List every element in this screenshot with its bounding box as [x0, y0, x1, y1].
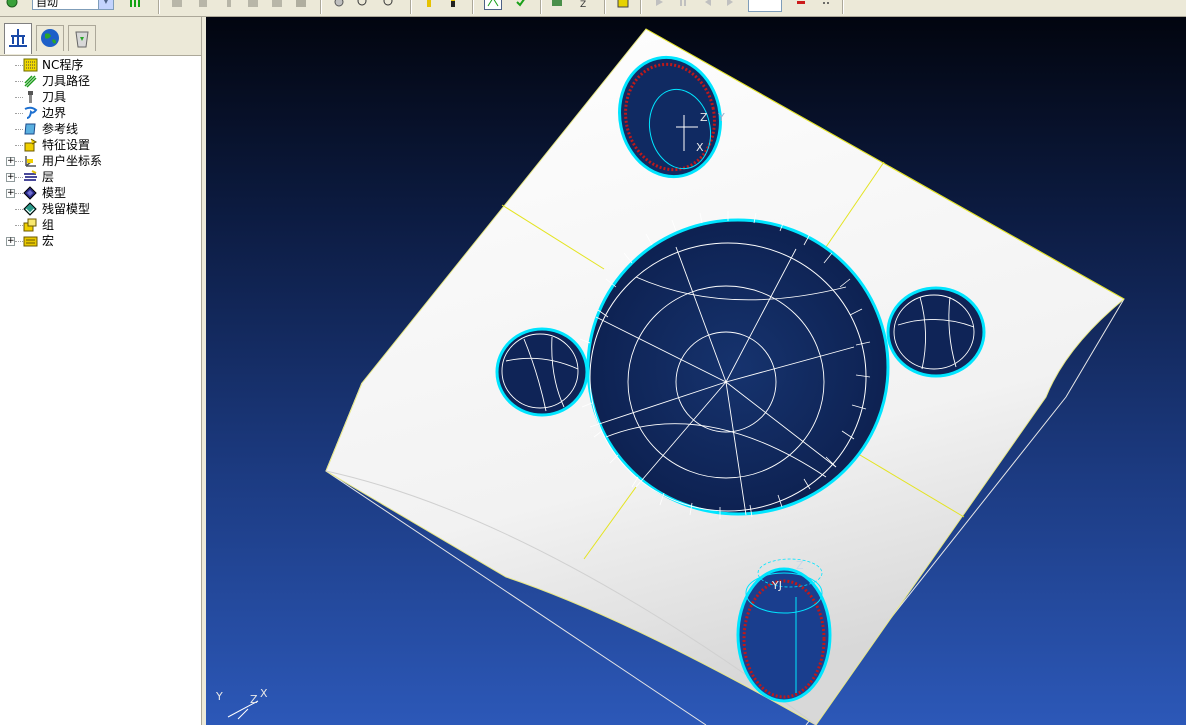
tree-node-nc-program[interactable]: NC程序 [0, 57, 201, 73]
check-icon[interactable] [514, 0, 528, 9]
tree-node-label: 参考线 [42, 122, 79, 136]
histogram-icon[interactable] [128, 0, 142, 9]
mode-select-value: 自动 [36, 0, 58, 9]
tree-node-label: 宏 [42, 234, 55, 248]
triad-y-label: Y [215, 690, 223, 703]
rewind-icon[interactable] [700, 0, 714, 9]
boundary-icon [24, 106, 38, 119]
tab-globe[interactable] [36, 25, 64, 51]
tree-node-label: 残留模型 [42, 202, 91, 216]
tool-icon [28, 91, 33, 103]
toolpath-icon [24, 75, 37, 88]
tree-node-model[interactable]: + 模型 [0, 185, 201, 201]
expand-icon[interactable]: + [6, 189, 15, 198]
disabled-tool-icon[interactable] [170, 0, 184, 9]
tab-recycle[interactable] [68, 25, 96, 51]
stop-icon[interactable] [794, 0, 808, 9]
mode-select[interactable]: 自动 ▼ [32, 0, 114, 10]
workplane-label-bottom-z: Z [796, 559, 804, 572]
stock-model-icon [23, 202, 37, 216]
zoom-box-icon[interactable] [382, 0, 396, 9]
tool-holder-icon[interactable] [422, 0, 436, 9]
tree-node-boundary[interactable]: 边界 [0, 105, 201, 121]
globe-icon [41, 29, 59, 47]
right-pocket [886, 286, 986, 378]
speed-field[interactable] [748, 0, 782, 12]
triad-z-label: Z [250, 693, 258, 706]
model-icon [23, 186, 37, 200]
macro-icon [23, 236, 38, 247]
tree-node-label: NC程序 [42, 58, 84, 72]
disabled-tool-icon[interactable] [196, 0, 210, 9]
disabled-tool-icon[interactable] [270, 0, 284, 9]
zoom-icon[interactable] [356, 0, 370, 9]
axis-triad: Y Z X [215, 687, 268, 720]
explorer-panel: NC程序 刀具路径 刀具 边界 参考线 特征设置 + 用户坐标系 + 层 + 模… [0, 17, 202, 725]
tree-node-tool[interactable]: 刀具 [0, 89, 201, 105]
expand-icon[interactable]: + [6, 157, 15, 166]
expand-icon[interactable]: + [6, 237, 15, 246]
svg-text:Z: Z [580, 0, 586, 9]
stock-icon[interactable] [550, 0, 564, 9]
workplane-label-y: Y [717, 111, 725, 124]
explorer-tree: NC程序 刀具路径 刀具 边界 参考线 特征设置 + 用户坐标系 + 层 + 模… [0, 57, 201, 249]
disabled-tool-icon[interactable] [222, 0, 236, 9]
disabled-tool-icon[interactable] [246, 0, 260, 9]
tree-node-label: 用户坐标系 [42, 154, 103, 168]
axis-z-icon[interactable]: Z [578, 0, 592, 9]
recycle-bin-icon [75, 31, 89, 48]
tree-node-label: 模型 [42, 186, 67, 200]
pan-hand-icon[interactable] [332, 0, 346, 9]
graphics-viewport[interactable]: Z Y X YJ Z Y Z X [206, 17, 1186, 725]
tab-explorer[interactable] [4, 23, 32, 54]
tree-node-label: 边界 [42, 106, 67, 120]
more-options-icon[interactable] [820, 0, 834, 9]
left-pocket [495, 327, 589, 417]
explorer-tabs [0, 17, 201, 56]
expand-icon[interactable]: + [6, 173, 15, 182]
workplane-label-z: Z [700, 111, 708, 124]
tree-node-stock-model[interactable]: 残留模型 [0, 201, 201, 217]
model-view: Z Y X YJ Z Y Z X [215, 28, 1125, 725]
tree-node-feature-set[interactable]: 特征设置 [0, 137, 201, 153]
tree-node-group[interactable]: 组 [0, 217, 201, 233]
select-toolpath-icon[interactable] [484, 0, 502, 10]
workplane-label-bottom: YJ [771, 579, 782, 592]
triad-x-label: X [260, 687, 268, 700]
tree-node-macro[interactable]: + 宏 [0, 233, 201, 249]
group-icon [23, 218, 37, 232]
pause-icon[interactable] [676, 0, 690, 9]
tree-node-label: 刀具路径 [42, 74, 91, 88]
layer-icon [24, 170, 37, 181]
tree-node-reference-line[interactable]: 参考线 [0, 121, 201, 137]
main-toolbar: 自动 ▼ Z [0, 0, 1186, 17]
disabled-tool-icon[interactable] [294, 0, 308, 9]
nc-program-icon [23, 58, 38, 72]
tree-node-toolpath[interactable]: 刀具路径 [0, 73, 201, 89]
tree-icon [9, 29, 27, 47]
app-globe-icon[interactable] [5, 0, 19, 9]
reference-line-icon [24, 123, 36, 135]
tree-node-label: 层 [42, 170, 55, 184]
tool-shank-icon[interactable] [446, 0, 460, 9]
workplane-label-x: X [696, 141, 704, 154]
play-icon[interactable] [652, 0, 666, 9]
grid-icon[interactable] [616, 0, 630, 9]
workplane-icon [25, 156, 36, 167]
tree-node-label: 组 [42, 218, 55, 232]
chevron-down-icon[interactable]: ▼ [98, 0, 113, 9]
tree-node-workplane[interactable]: + 用户坐标系 [0, 153, 201, 169]
tree-node-label: 特征设置 [42, 138, 91, 152]
feature-set-icon [24, 138, 38, 152]
tree-node-layer[interactable]: + 层 [0, 169, 201, 185]
step-forward-icon[interactable] [724, 0, 738, 9]
tree-node-label: 刀具 [42, 90, 67, 104]
